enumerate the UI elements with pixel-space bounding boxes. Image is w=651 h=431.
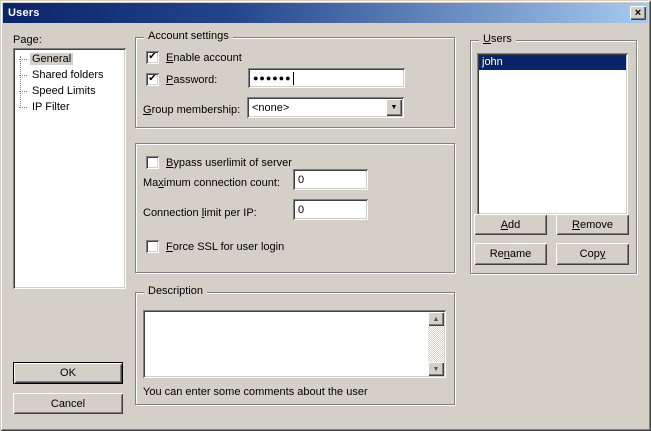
description-textarea[interactable]: ▲ ▼ bbox=[143, 310, 446, 378]
scroll-down-button[interactable]: ▼ bbox=[428, 362, 444, 376]
cancel-button[interactable]: Cancel bbox=[13, 393, 123, 414]
password-input[interactable]: ●●●●●● bbox=[248, 68, 405, 88]
rename-button[interactable]: Rename bbox=[474, 243, 547, 265]
connection-limit-per-ip-value: 0 bbox=[298, 204, 304, 216]
ok-button-label: OK bbox=[60, 367, 76, 379]
users-group-title: Users bbox=[479, 33, 516, 45]
group-membership-combobox[interactable]: <none> ▼ bbox=[247, 97, 404, 118]
force-ssl-label[interactable]: Force SSL for user login bbox=[166, 241, 284, 253]
tree-item-label: General bbox=[30, 53, 73, 65]
arrow-up-icon: ▲ bbox=[433, 316, 440, 323]
copy-button-label: Copy bbox=[580, 248, 606, 260]
remove-button[interactable]: Remove bbox=[556, 214, 629, 235]
enable-account-label[interactable]: Enable account bbox=[166, 52, 242, 64]
remove-button-label: Remove bbox=[572, 219, 613, 231]
arrow-down-icon: ▼ bbox=[433, 366, 440, 373]
connection-limit-per-ip-input[interactable]: 0 bbox=[293, 199, 368, 220]
title-bar[interactable]: Users × bbox=[3, 3, 648, 23]
close-button[interactable]: × bbox=[630, 6, 646, 20]
connection-limit-per-ip-label: Connection limit per IP: bbox=[143, 207, 257, 219]
tree-item-label: Shared folders bbox=[30, 69, 106, 81]
combobox-value: <none> bbox=[252, 102, 289, 114]
tree-item-speed-limits[interactable]: Speed Limits bbox=[15, 83, 124, 99]
page-label: Page: bbox=[13, 34, 42, 46]
description-group-title: Description bbox=[144, 285, 207, 297]
copy-button[interactable]: Copy bbox=[556, 243, 629, 265]
ok-button[interactable]: OK bbox=[14, 363, 122, 383]
chevron-down-icon: ▼ bbox=[391, 104, 398, 111]
group-membership-label: Group membership: bbox=[143, 104, 240, 116]
tree-item-label: IP Filter bbox=[30, 101, 72, 113]
tree-twig bbox=[19, 75, 27, 76]
check-icon: ✔ bbox=[148, 73, 156, 84]
max-connection-count-value: 0 bbox=[298, 174, 304, 186]
ok-button-default-ring: OK bbox=[13, 362, 123, 384]
tree-item-shared-folders[interactable]: Shared folders bbox=[15, 67, 124, 83]
add-button[interactable]: Add bbox=[474, 214, 547, 235]
window-title: Users bbox=[3, 7, 40, 19]
combobox-dropdown-button[interactable]: ▼ bbox=[386, 99, 402, 116]
password-checkbox[interactable]: ✔ bbox=[146, 73, 159, 86]
password-label[interactable]: Password: bbox=[166, 74, 217, 86]
bypass-userlimit-label[interactable]: Bypass userlimit of server bbox=[166, 157, 292, 169]
tree-item-general[interactable]: General bbox=[15, 51, 124, 67]
description-hint: You can enter some comments about the us… bbox=[143, 386, 368, 398]
scroll-up-button[interactable]: ▲ bbox=[428, 312, 444, 326]
check-icon: ✔ bbox=[148, 51, 156, 62]
tree-twig bbox=[19, 91, 27, 92]
tree-item-ip-filter[interactable]: IP Filter bbox=[15, 99, 124, 115]
text-caret bbox=[293, 72, 294, 85]
tree-twig bbox=[19, 59, 27, 60]
users-listbox[interactable]: john bbox=[477, 53, 628, 215]
description-scrollbar[interactable]: ▲ ▼ bbox=[428, 312, 444, 376]
close-icon: × bbox=[635, 8, 641, 18]
page-tree[interactable]: General Shared folders Speed Limits IP F… bbox=[13, 48, 126, 289]
tree-twig bbox=[19, 107, 27, 108]
user-list-item[interactable]: john bbox=[479, 55, 626, 70]
cancel-button-label: Cancel bbox=[51, 398, 85, 410]
tree-item-label: Speed Limits bbox=[30, 85, 98, 97]
password-value: ●●●●●● bbox=[253, 72, 292, 85]
max-connection-count-label: Maximum connection count: bbox=[143, 177, 280, 189]
rename-button-label: Rename bbox=[490, 248, 532, 260]
users-dialog: Users × Page: General Shared folders Spe… bbox=[0, 0, 651, 431]
bypass-userlimit-checkbox[interactable] bbox=[146, 156, 159, 169]
max-connection-count-input[interactable]: 0 bbox=[293, 169, 368, 190]
enable-account-checkbox[interactable]: ✔ bbox=[146, 51, 159, 64]
account-settings-group-title: Account settings bbox=[144, 30, 233, 42]
add-button-label: Add bbox=[501, 219, 521, 231]
force-ssl-checkbox[interactable] bbox=[146, 240, 159, 253]
